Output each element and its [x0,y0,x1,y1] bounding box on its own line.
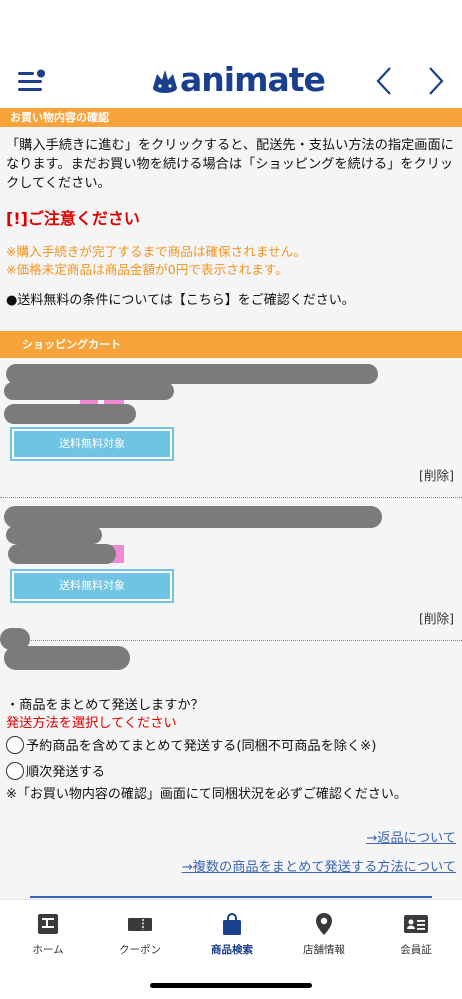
tab-label: 商品検索 [211,944,253,956]
app-header: animate [0,0,462,108]
tab-label: ホーム [32,944,64,956]
redaction-scribble [4,646,130,670]
bundle-check-note: ※「お買い物内容の確認」画面にて同梱状況を必ずご確認ください。 [6,787,407,802]
note-line: ※購入手続きが完了するまで商品は確保されません。 [6,244,306,259]
cart-section-header: ショッピングカート [0,331,462,358]
redaction-scribble [6,364,378,384]
home-icon [38,914,58,934]
badge-label: 送料無料対象 [14,431,170,457]
delete-button[interactable]: [削除] [419,608,454,627]
radio-label[interactable]: 順次発送する [26,761,105,780]
badge-label: 送料無料対象 [14,573,170,599]
member-card-icon [404,915,428,933]
home-indicator[interactable] [150,983,312,988]
logo-wordmark: animate [180,60,326,99]
item-divider [0,640,462,641]
caution-notes: ※購入手続きが完了するまで商品は確保されません。 ※価格未定商品は商品金額が0円… [6,243,306,279]
item-divider [0,497,462,498]
shopping-bag-icon [223,913,241,935]
radio-sequential[interactable]: 順次発送する [6,761,105,780]
map-pin-icon [316,913,332,935]
tab-product-search[interactable]: 商品検索 [186,910,278,962]
radio-bundle-all[interactable]: 予約商品を含めてまとめて発送する(同梱不可商品を除く※) [6,735,376,754]
redaction-scribble [8,544,116,564]
delete-button[interactable]: [削除] [419,465,454,484]
note-line: ※価格未定商品は商品金額が0円で表示されます。 [6,262,288,277]
radio-circle-icon[interactable] [6,735,24,754]
logo-mascot-icon [153,70,177,93]
redaction-scribble [4,404,136,424]
tab-store-info[interactable]: 店舗情報 [278,910,370,962]
tab-label: 店舗情報 [303,944,345,956]
tab-coupon[interactable]: クーポン [94,910,186,962]
free-shipping-note: ●送料無料の条件については【こちら】をご確認ください。 [6,293,355,308]
tab-label: クーポン [119,944,161,956]
tab-home[interactable]: ホーム [2,910,94,962]
redaction-scribble [4,382,174,400]
free-shipping-badge: 送料無料対象 [10,569,174,603]
redaction-scribble [6,526,102,544]
tab-member-card[interactable]: 会員証 [370,910,462,962]
coupon-icon [128,918,152,931]
bundle-question: ・商品をまとめて発送しますか？ [6,698,204,713]
radio-label[interactable]: 予約商品を含めてまとめて発送する(同梱不可商品を除く※) [26,735,376,754]
radio-circle-icon[interactable] [6,761,24,780]
bundle-method-link[interactable]: →複数の商品をまとめて発送する方法について [182,856,456,875]
free-shipping-badge: 送料無料対象 [10,427,174,461]
returns-link[interactable]: →返品について [366,827,456,846]
confirm-section-header: お買い物内容の確認 [0,108,462,127]
chevron-right-icon[interactable] [424,64,448,98]
chevron-left-icon[interactable] [372,64,396,98]
caution-title: [!]ご注意ください [6,209,140,228]
animate-logo[interactable]: animate [150,60,326,102]
select-method-prompt: 発送方法を選択してください [6,716,177,731]
redaction-scribble [4,506,382,528]
intro-text: 「購入手続きに進む」をクリックすると、配送先・支払い方法の指定画面になります。ま… [6,138,454,191]
tab-label: 会員証 [400,944,432,956]
menu-icon[interactable] [16,68,48,96]
